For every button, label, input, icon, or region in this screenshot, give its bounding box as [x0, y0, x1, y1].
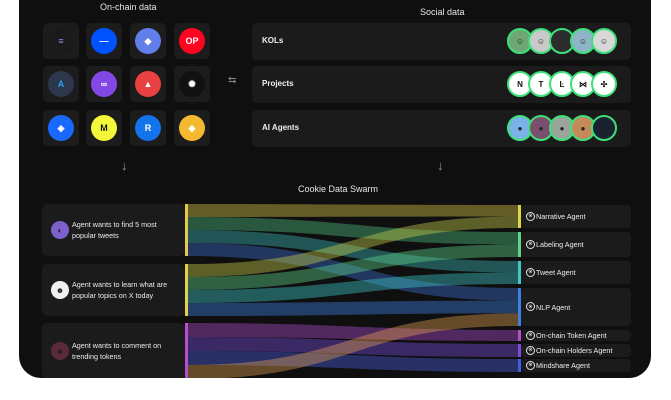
- flow-band: [188, 204, 518, 217]
- agent-bar: [518, 330, 521, 341]
- agent-name: NLP Agent: [536, 302, 571, 312]
- agent-bar: [518, 344, 521, 357]
- agent-name: Mindshare Agent: [536, 361, 590, 370]
- agent-card[interactable]: ⊗ NLP Agent: [521, 288, 631, 326]
- agent-name: Tweet Agent: [536, 268, 576, 277]
- task-card[interactable]: ☻ Agent wants to comment on trending toke…: [42, 323, 185, 378]
- flow-band: [188, 300, 518, 316]
- task-text: Agent wants to find 5 most popular tweet…: [72, 220, 157, 240]
- agent-card[interactable]: ⊗ On-chain Holders Agent: [521, 344, 631, 357]
- agent-name: On-chain Holders Agent: [536, 346, 613, 355]
- agent-bar: [518, 232, 521, 257]
- agent-name: Narrative Agent: [536, 212, 586, 221]
- agent-card[interactable]: ⊗ Labeling Agent: [521, 232, 631, 257]
- task-text: Agent wants to comment on trending token…: [72, 341, 162, 361]
- x-logo-icon: ⊗: [526, 302, 535, 311]
- agent-card[interactable]: ⊗ On-chain Token Agent: [521, 330, 631, 341]
- task-bar: [185, 323, 188, 378]
- x-logo-icon: ⊗: [526, 345, 535, 355]
- agent-bar: [518, 288, 521, 326]
- agent-avatar-icon: ☻: [51, 281, 69, 299]
- agent-bar: [518, 359, 521, 372]
- agent-bar: [518, 261, 521, 284]
- agent-bar: [518, 205, 521, 228]
- agent-card[interactable]: ⊗ Narrative Agent: [521, 205, 631, 228]
- diagram-card: On-chain data Social data ≡ — ◆ OP A ∞ ▲ ✺ ◈ M R ◆ …: [19, 0, 651, 378]
- x-logo-icon: ⊗: [526, 211, 535, 221]
- x-logo-icon: ⊗: [526, 239, 535, 249]
- agent-card[interactable]: ⊗ Tweet Agent: [521, 261, 631, 284]
- cookie-agent-icon: ◐: [51, 221, 69, 239]
- x-logo-icon: ⊗: [526, 267, 535, 277]
- agent-card[interactable]: ⊗ Mindshare Agent: [521, 359, 631, 372]
- agent-name: On-chain Token Agent: [536, 331, 607, 340]
- task-card[interactable]: ◐ Agent wants to find 5 most popular twee…: [42, 204, 185, 256]
- task-bar: [185, 264, 188, 316]
- agent-name: Labeling Agent: [536, 240, 584, 249]
- x-logo-icon: ⊗: [526, 360, 535, 370]
- agent-avatar-icon: ☻: [51, 342, 69, 360]
- task-bar: [185, 204, 188, 256]
- x-logo-icon: ⊗: [526, 330, 535, 340]
- task-card[interactable]: ☻ Agent wants to learn what are popular t…: [42, 264, 185, 316]
- task-text: Agent wants to learn what are popular to…: [72, 280, 168, 300]
